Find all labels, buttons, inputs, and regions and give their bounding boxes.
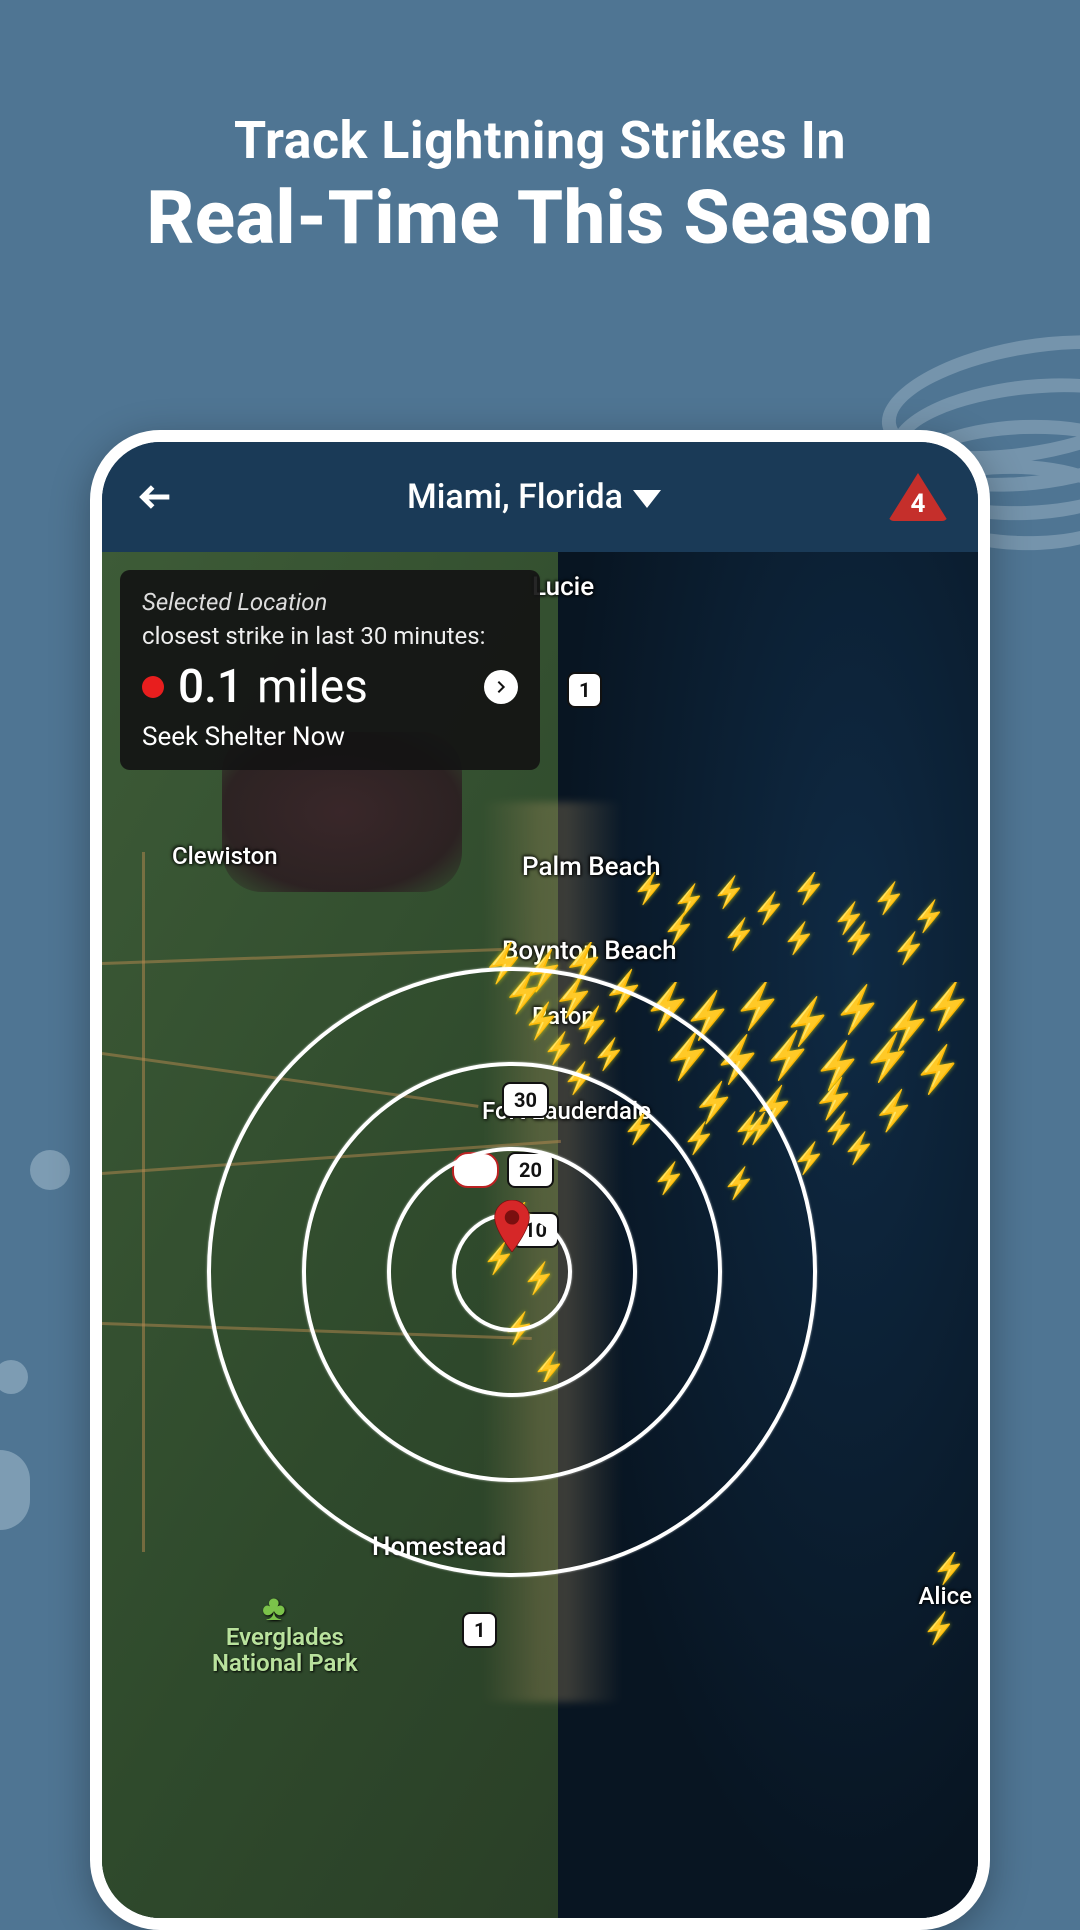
info-title: Selected Location [142, 588, 518, 616]
distance-unit: miles [257, 660, 368, 714]
page-heading: Track Lightning Strikes In Real-Time Thi… [0, 0, 1080, 262]
arrow-left-icon [136, 477, 176, 517]
heading-line1: Track Lightning Strikes In [0, 110, 1080, 171]
phone-mockup: Miami, Florida 4 Lucie Clewiston Palm Be… [90, 430, 990, 1930]
park-label: Everglades National Park [212, 1624, 358, 1677]
location-name: Miami, Florida [407, 477, 623, 517]
strike-info-card[interactable]: Selected Location closest strike in last… [120, 570, 540, 770]
info-expand-button[interactable] [484, 670, 518, 704]
city-label: Lucie [532, 572, 594, 602]
chevron-right-icon [493, 679, 509, 695]
map-view[interactable]: Lucie Clewiston Palm Beach Boynton Beach… [102, 552, 978, 1918]
info-subtitle: closest strike in last 30 minutes: [142, 622, 518, 650]
info-distance-row: 0.1 miles [142, 660, 518, 714]
map-road [142, 852, 145, 1552]
route-shield: 1 [567, 672, 602, 708]
distance-value: 0.1 [178, 660, 243, 714]
city-label: Clewiston [172, 842, 278, 870]
alert-badge[interactable]: 4 [888, 471, 948, 523]
advice-text: Seek Shelter Now [142, 722, 518, 752]
heading-line2: Real-Time This Season [0, 175, 1080, 262]
app-header: Miami, Florida 4 [102, 442, 978, 552]
location-dropdown[interactable]: Miami, Florida [407, 477, 661, 517]
location-pin-icon [494, 1200, 530, 1252]
route-shield: 1 [462, 1612, 497, 1648]
strike-indicator-icon [142, 676, 164, 698]
lightning-cluster: ⚡⚡ [922, 1552, 978, 1672]
lightning-cluster: ⚡⚡⚡⚡⚡⚡⚡⚡⚡⚡⚡⚡⚡ [632, 872, 972, 992]
alert-count: 4 [911, 489, 926, 519]
chevron-down-icon [633, 490, 661, 508]
back-button[interactable] [132, 473, 180, 521]
